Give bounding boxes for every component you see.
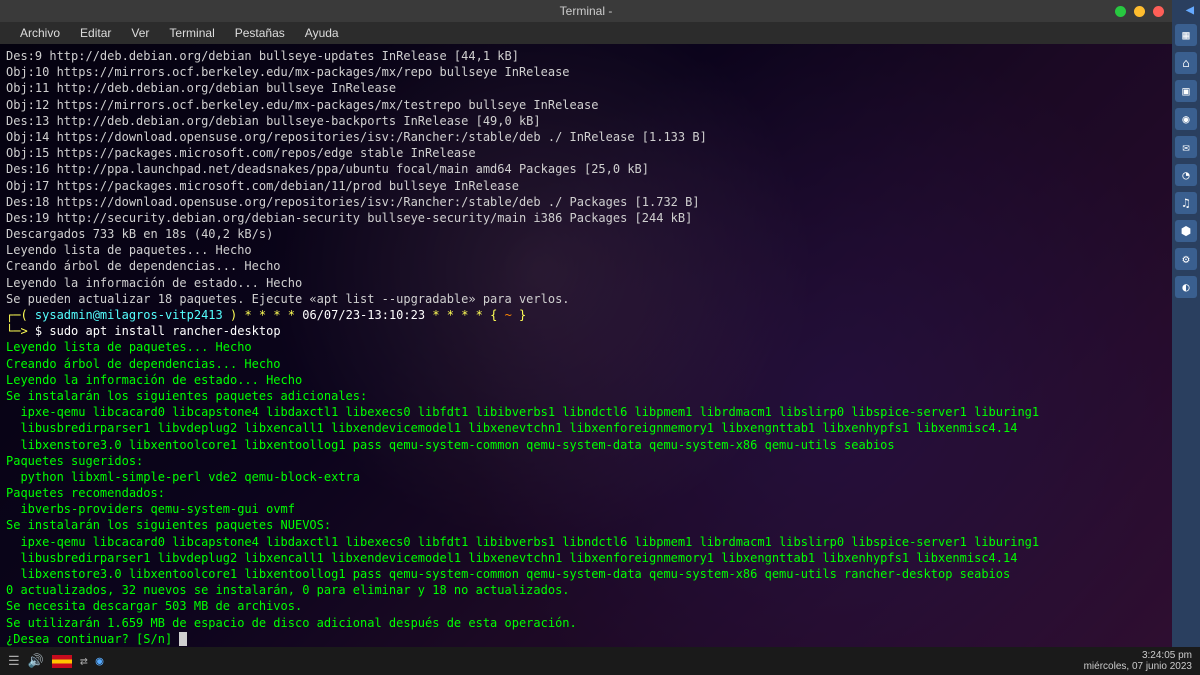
output-line: Se utilizarán 1.659 MB de espacio de dis… xyxy=(6,615,1166,631)
app-indicator-icon[interactable]: ◉ xyxy=(96,654,104,669)
terminal-window: Terminal - Archivo Editar Ver Terminal P… xyxy=(0,0,1172,647)
output-line: Des:13 http://deb.debian.org/debian bull… xyxy=(6,113,1166,129)
minimize-button[interactable] xyxy=(1115,6,1126,17)
titlebar: Terminal - xyxy=(0,0,1172,22)
output-line: Leyendo la información de estado... Hech… xyxy=(6,275,1166,291)
dock-app-icon[interactable]: ✉ xyxy=(1175,136,1197,158)
right-dock: ▦ ⌂ ▣ ◉ ✉ ◔ ♫ ⬢ ⚙ ◐ xyxy=(1172,0,1200,647)
menu-help[interactable]: Ayuda xyxy=(295,24,349,42)
network-icon[interactable]: ⇄ xyxy=(80,654,88,669)
dock-app-icon[interactable]: ◐ xyxy=(1175,276,1197,298)
output-line: Obj:10 https://mirrors.ocf.berkeley.edu/… xyxy=(6,64,1166,80)
menu-edit[interactable]: Editar xyxy=(70,24,121,42)
dock-app-icon[interactable]: ⌂ xyxy=(1175,52,1197,74)
output-line: Des:18 https://download.opensuse.org/rep… xyxy=(6,194,1166,210)
output-line: Descargados 733 kB en 18s (40,2 kB/s) xyxy=(6,226,1166,242)
output-line: Des:16 http://ppa.launchpad.net/deadsnak… xyxy=(6,161,1166,177)
prompt-line: ┌─( sysadmin@milagros-vitp2413 ) * * * *… xyxy=(6,307,1166,323)
dock-app-icon[interactable]: ▣ xyxy=(1175,80,1197,102)
keyboard-layout-flag[interactable] xyxy=(52,655,72,668)
volume-icon[interactable]: 🔊 xyxy=(28,654,44,669)
output-line: libusbredirparser1 libvdeplug2 libxencal… xyxy=(6,420,1166,436)
menu-terminal[interactable]: Terminal xyxy=(159,24,224,42)
output-line: Paquetes recomendados: xyxy=(6,485,1166,501)
output-line: ibverbs-providers qemu-system-gui ovmf xyxy=(6,501,1166,517)
dock-app-icon[interactable]: ◔ xyxy=(1175,164,1197,186)
output-line: Creando árbol de dependencias... Hecho xyxy=(6,258,1166,274)
menu-icon[interactable]: ☰ xyxy=(8,654,20,669)
output-line: libxenstore3.0 libxentoolcore1 libxentoo… xyxy=(6,566,1166,582)
output-line: Des:19 http://security.debian.org/debian… xyxy=(6,210,1166,226)
output-line: 0 actualizados, 32 nuevos se instalarán,… xyxy=(6,582,1166,598)
output-line: Leyendo la información de estado... Hech… xyxy=(6,372,1166,388)
output-line: ipxe-qemu libcacard0 libcapstone4 libdax… xyxy=(6,534,1166,550)
output-line: Leyendo lista de paquetes... Hecho xyxy=(6,242,1166,258)
output-line: Se pueden actualizar 18 paquetes. Ejecut… xyxy=(6,291,1166,307)
output-line: Paquetes sugeridos: xyxy=(6,453,1166,469)
menu-view[interactable]: Ver xyxy=(121,24,159,42)
menu-tabs[interactable]: Pestañas xyxy=(225,24,295,42)
maximize-button[interactable] xyxy=(1134,6,1145,17)
prompt-continue: ¿Desea continuar? [S/n] xyxy=(6,631,1166,647)
output-line: Se necesita descargar 503 MB de archivos… xyxy=(6,598,1166,614)
window-title: Terminal - xyxy=(560,4,613,18)
output-line: Se instalarán los siguientes paquetes ad… xyxy=(6,388,1166,404)
dock-app-icon[interactable]: ⬢ xyxy=(1175,220,1197,242)
taskbar: ☰ 🔊 ⇄ ◉ 3:24:05 pm miércoles, 07 junio 2… xyxy=(0,647,1200,675)
close-button[interactable] xyxy=(1153,6,1164,17)
output-line: libxenstore3.0 libxentoolcore1 libxentoo… xyxy=(6,437,1166,453)
output-line: Leyendo lista de paquetes... Hecho xyxy=(6,339,1166,355)
clock-time: 3:24:05 pm xyxy=(1142,650,1192,661)
cursor xyxy=(179,632,187,646)
dock-app-icon[interactable]: ⚙ xyxy=(1175,248,1197,270)
panel-toggle-icon[interactable]: ◀ xyxy=(1186,2,1194,18)
output-line: ipxe-qemu libcacard0 libcapstone4 libdax… xyxy=(6,404,1166,420)
command-line: └─> $ sudo apt install rancher-desktop xyxy=(6,323,1166,339)
output-line: Obj:17 https://packages.microsoft.com/de… xyxy=(6,178,1166,194)
output-line: libusbredirparser1 libvdeplug2 libxencal… xyxy=(6,550,1166,566)
clock[interactable]: 3:24:05 pm miércoles, 07 junio 2023 xyxy=(1084,650,1192,672)
menu-file[interactable]: Archivo xyxy=(10,24,70,42)
terminal-output[interactable]: Des:9 http://deb.debian.org/debian bulls… xyxy=(0,44,1172,647)
output-line: Obj:15 https://packages.microsoft.com/re… xyxy=(6,145,1166,161)
output-line: Obj:14 https://download.opensuse.org/rep… xyxy=(6,129,1166,145)
dock-app-icon[interactable]: ◉ xyxy=(1175,108,1197,130)
dock-app-icon[interactable]: ▦ xyxy=(1175,24,1197,46)
output-line: Obj:12 https://mirrors.ocf.berkeley.edu/… xyxy=(6,97,1166,113)
output-line: Creando árbol de dependencias... Hecho xyxy=(6,356,1166,372)
output-line: Obj:11 http://deb.debian.org/debian bull… xyxy=(6,80,1166,96)
output-line: Se instalarán los siguientes paquetes NU… xyxy=(6,517,1166,533)
menubar: Archivo Editar Ver Terminal Pestañas Ayu… xyxy=(0,22,1172,44)
output-line: python libxml-simple-perl vde2 qemu-bloc… xyxy=(6,469,1166,485)
dock-app-icon[interactable]: ♫ xyxy=(1175,192,1197,214)
clock-date: miércoles, 07 junio 2023 xyxy=(1084,661,1192,672)
output-line: Des:9 http://deb.debian.org/debian bulls… xyxy=(6,48,1166,64)
